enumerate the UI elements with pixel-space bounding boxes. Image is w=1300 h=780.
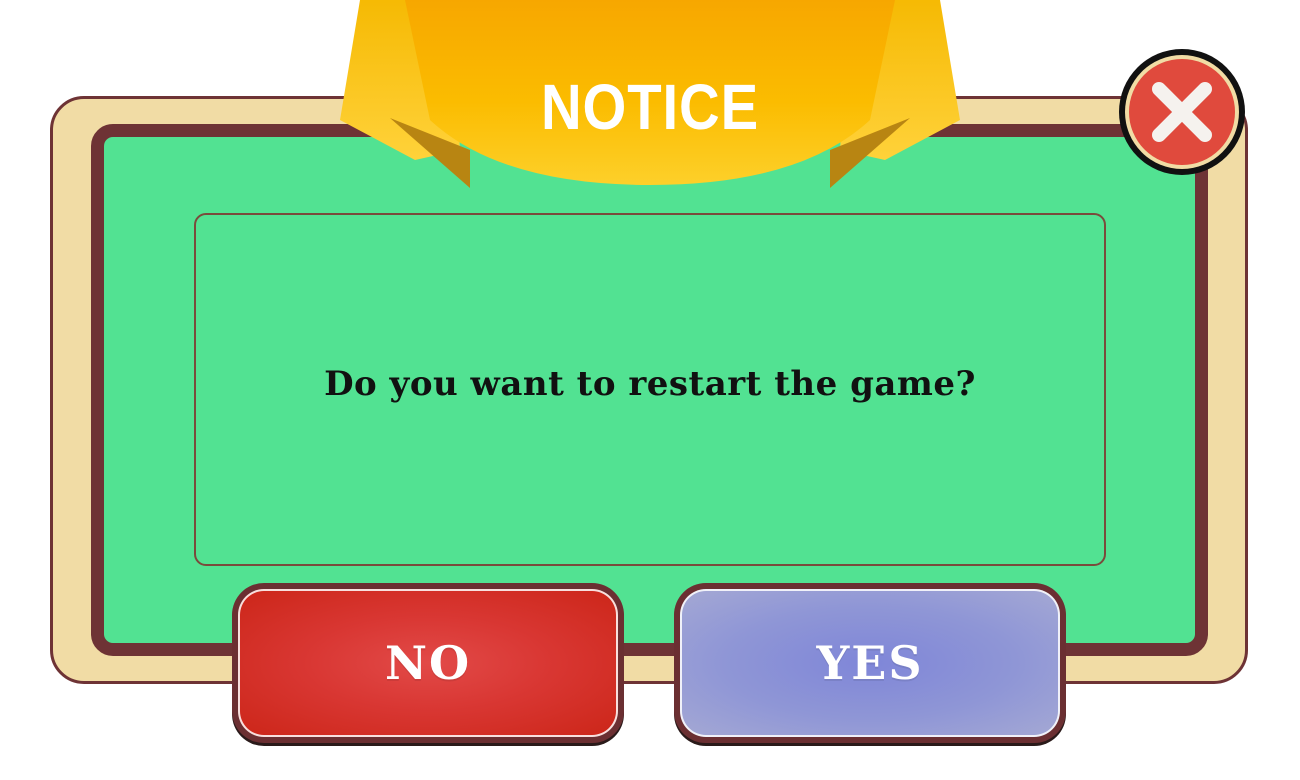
yes-button[interactable]: YES — [674, 583, 1066, 743]
yes-button-face[interactable]: YES — [680, 589, 1060, 737]
yes-button-label: YES — [816, 636, 924, 690]
close-button[interactable] — [1104, 40, 1264, 180]
no-button[interactable]: NO — [232, 583, 624, 743]
dialog-title: NOTICE — [540, 71, 760, 143]
dialog-message: Do you want to restart the game? — [324, 363, 976, 404]
no-button-label: NO — [384, 636, 472, 690]
no-button-face[interactable]: NO — [238, 589, 618, 737]
message-box: Do you want to restart the game? — [194, 213, 1106, 566]
